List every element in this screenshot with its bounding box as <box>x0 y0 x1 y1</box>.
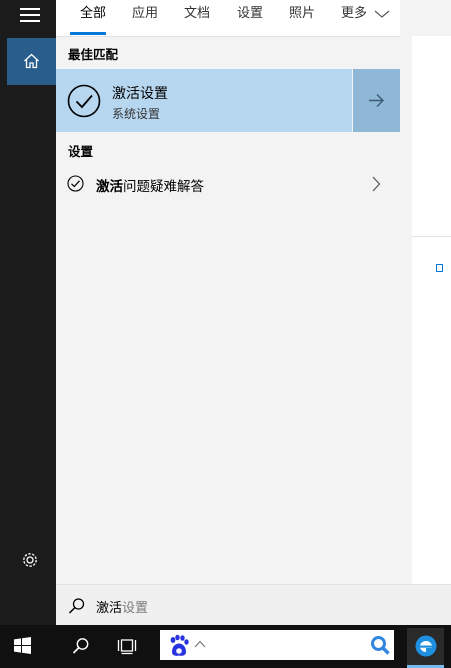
search-box[interactable]: 激活设置 <box>56 584 451 626</box>
chevron-right-icon[interactable] <box>371 176 381 192</box>
search-icon <box>72 638 89 654</box>
baidu-search-box[interactable] <box>160 630 394 660</box>
settings-section-header: 设置 <box>68 144 94 159</box>
chevron-down-icon <box>374 10 390 18</box>
settings-result-row[interactable]: 激活问题疑难解答 <box>56 170 400 198</box>
filter-tabs: 全部 应用 文档 设置 照片 更多 <box>56 0 400 37</box>
tab-documents[interactable]: 文档 <box>184 2 210 21</box>
best-match-result[interactable]: 激活设置 系统设置 <box>56 69 352 132</box>
tab-settings[interactable]: 设置 <box>237 2 263 21</box>
task-view-button[interactable] <box>117 637 137 668</box>
windows-logo-icon <box>14 637 31 654</box>
pane-gutter <box>400 36 412 584</box>
preview-header-area <box>400 0 451 36</box>
check-circle-icon <box>67 175 84 192</box>
chevron-up-icon[interactable] <box>194 640 206 648</box>
settings-result-rest: 问题疑难解答 <box>123 179 204 195</box>
baidu-paw-icon <box>170 634 189 656</box>
arrow-right-icon <box>369 94 384 107</box>
home-button[interactable] <box>7 38 56 85</box>
baidu-search-go-icon[interactable] <box>370 635 390 655</box>
search-typed-text: 激活 <box>96 601 123 616</box>
start-button[interactable] <box>14 637 31 668</box>
preview-icon <box>436 264 443 272</box>
tab-more[interactable]: 更多 <box>341 2 390 21</box>
active-tab-indicator <box>70 32 106 35</box>
settings-result-match: 激活 <box>96 179 123 195</box>
open-details-button[interactable] <box>353 69 400 132</box>
tab-apps[interactable]: 应用 <box>132 2 158 21</box>
tab-all[interactable]: 全部 <box>80 2 106 21</box>
best-match-subtitle: 系统设置 <box>112 107 161 121</box>
best-match-header: 最佳匹配 <box>68 47 119 62</box>
results-pane: 全部 应用 文档 设置 照片 更多 最佳匹配 激活设置 系统设置 设置 激活问题… <box>56 0 400 584</box>
check-circle-icon <box>67 84 101 118</box>
internet-explorer-button[interactable] <box>407 628 444 665</box>
left-rail <box>0 0 56 625</box>
settings-result-label: 激活问题疑难解答 <box>96 175 204 195</box>
settings-button[interactable] <box>20 550 40 570</box>
tab-more-label: 更多 <box>341 6 368 21</box>
taskbar <box>0 625 451 668</box>
search-icon <box>68 598 85 614</box>
start-search-window: 全部 应用 文档 设置 照片 更多 最佳匹配 激活设置 系统设置 设置 激活问题… <box>0 0 451 668</box>
search-autocomplete-text: 设置 <box>122 601 149 616</box>
gear-icon <box>23 553 37 567</box>
internet-explorer-icon <box>415 635 437 657</box>
best-match-title: 激活设置 <box>112 86 168 102</box>
search-query: 激活设置 <box>96 597 148 616</box>
preview-divider <box>412 236 451 237</box>
preview-panel <box>412 48 451 584</box>
taskbar-search-button[interactable] <box>72 637 90 668</box>
hamburger-menu-icon[interactable] <box>20 8 40 22</box>
home-icon <box>24 53 39 69</box>
tab-photos[interactable]: 照片 <box>289 2 315 21</box>
task-view-icon <box>117 639 137 655</box>
